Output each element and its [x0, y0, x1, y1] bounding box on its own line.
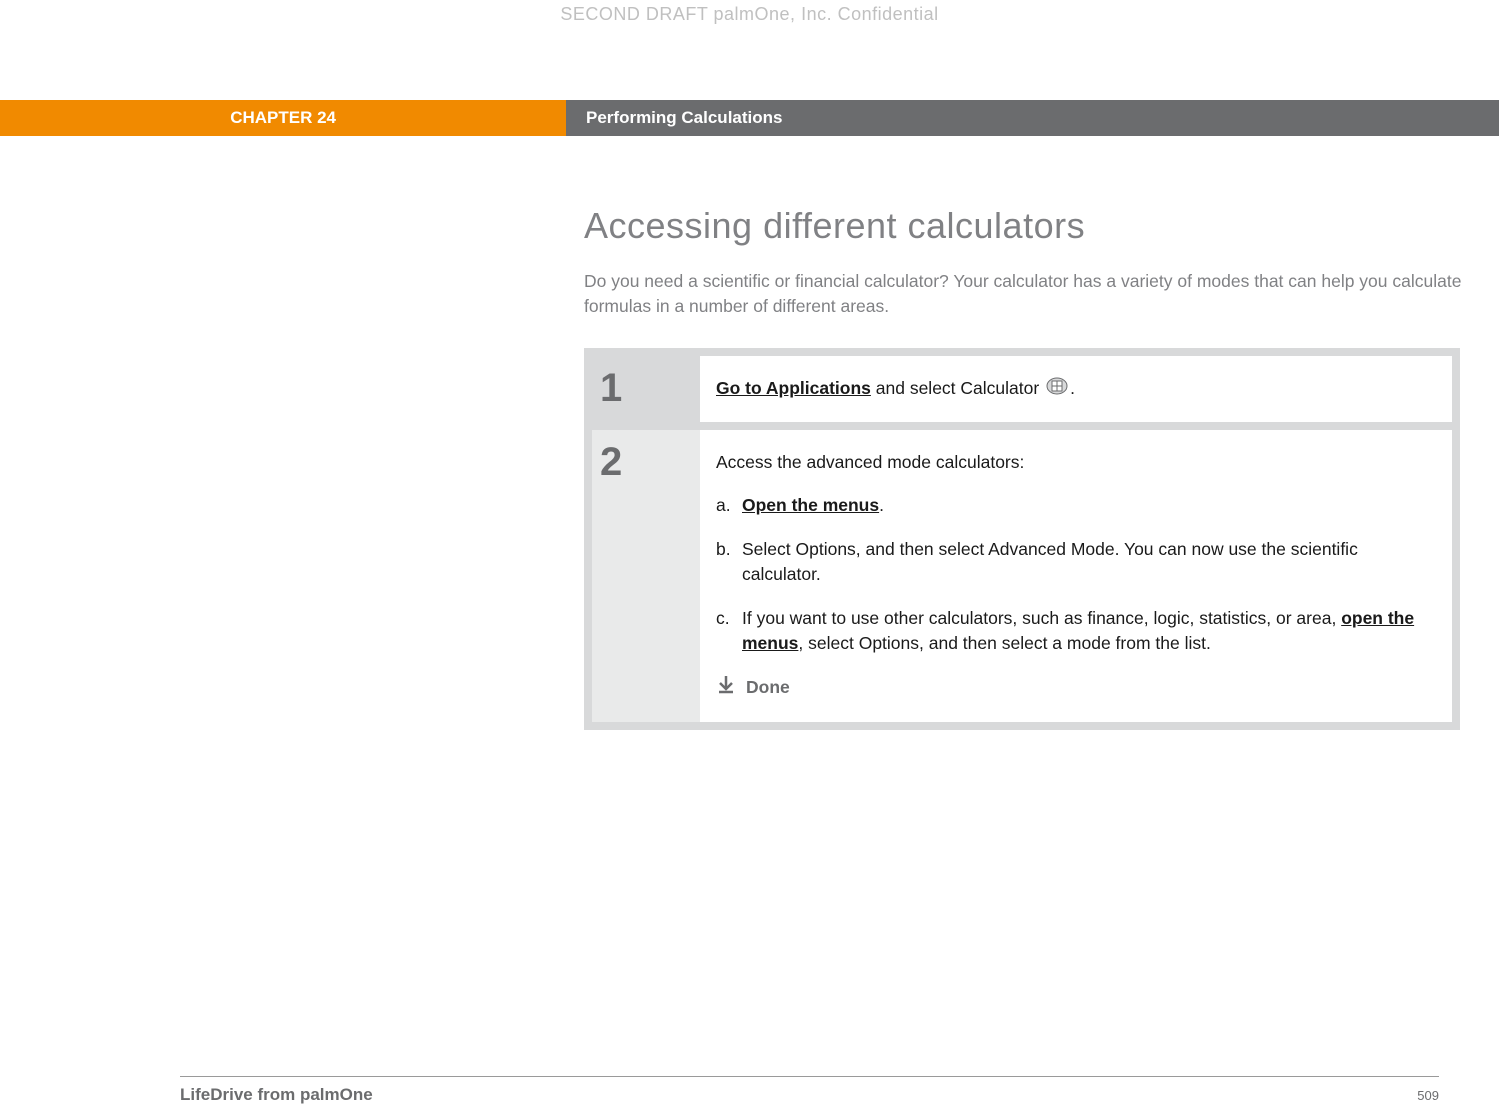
sub-marker-a: a. [716, 493, 742, 518]
done-arrow-icon [716, 674, 746, 701]
open-the-menus-link[interactable]: Open the menus [742, 495, 879, 515]
sub-c-after: , select Options, and then select a mode… [798, 633, 1210, 653]
sub-c-content: If you want to use other calculators, su… [742, 606, 1432, 657]
chapter-title: Performing Calculations [566, 100, 1499, 136]
done-label: Done [746, 675, 790, 700]
list-item: c. If you want to use other calculators,… [716, 606, 1432, 657]
sub-marker-c: c. [716, 606, 742, 657]
done-row: Done [716, 674, 1432, 701]
sub-a-after: . [879, 495, 884, 515]
chapter-header: CHAPTER 24 Performing Calculations [0, 100, 1499, 136]
section-intro: Do you need a scientific or financial ca… [584, 269, 1464, 318]
steps-box: 1 Go to Applications and select Calculat… [584, 348, 1460, 730]
list-item: b. Select Options, and then select Advan… [716, 537, 1432, 588]
step-row: 1 Go to Applications and select Calculat… [592, 356, 1452, 422]
step-body-1: Go to Applications and select Calculator… [700, 356, 1452, 422]
calculator-icon [1046, 377, 1068, 402]
step1-text: and select Calculator [871, 378, 1044, 398]
step2-lead: Access the advanced mode calculators: [716, 450, 1432, 475]
main-content: Accessing different calculators Do you n… [584, 205, 1474, 730]
step1-period: . [1070, 378, 1075, 398]
chapter-number: CHAPTER 24 [0, 100, 566, 136]
sub-a-content: Open the menus. [742, 493, 884, 518]
go-to-applications-link[interactable]: Go to Applications [716, 378, 871, 398]
page-footer: LifeDrive from palmOne 509 [180, 1076, 1439, 1105]
sub-b-content: Select Options, and then select Advanced… [742, 537, 1432, 588]
list-item: a. Open the menus. [716, 493, 1432, 518]
footer-product: LifeDrive from palmOne [180, 1085, 373, 1105]
step2-sublist: a. Open the menus. b. Select Options, an… [716, 493, 1432, 656]
step-body-2: Access the advanced mode calculators: a.… [700, 430, 1452, 722]
step-row: 2 Access the advanced mode calculators: … [592, 430, 1452, 722]
draft-watermark: SECOND DRAFT palmOne, Inc. Confidential [0, 4, 1499, 25]
step-number-2: 2 [592, 430, 700, 722]
step-number-1: 1 [592, 356, 700, 422]
footer-page-number: 509 [1417, 1088, 1439, 1103]
sub-marker-b: b. [716, 537, 742, 588]
section-heading: Accessing different calculators [584, 205, 1474, 247]
sub-c-pre: If you want to use other calculators, su… [742, 608, 1341, 628]
